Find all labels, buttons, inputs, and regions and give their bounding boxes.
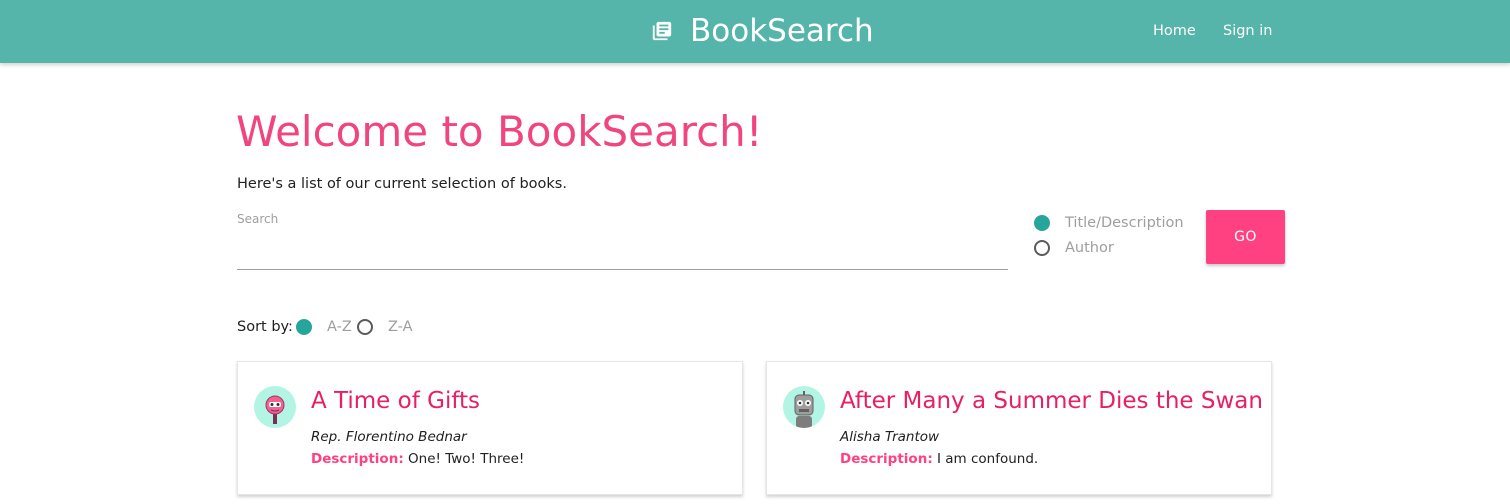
nav-sign-in-link[interactable]: Sign in — [1223, 20, 1272, 42]
sort-za-label: Z-A — [388, 319, 413, 335]
description-label: Description: — [311, 451, 404, 467]
sort-za-option[interactable]: Z-A — [357, 317, 413, 337]
search-by-title-label: Title/Description — [1065, 215, 1184, 231]
search-by-author-label: Author — [1065, 240, 1114, 256]
search-by-title-option[interactable]: Title/Description — [1034, 213, 1184, 233]
radio-selected-icon[interactable] — [296, 319, 312, 335]
top-navbar: BookSearch Home Sign in — [0, 0, 1510, 63]
description-text: I am confound. — [937, 451, 1039, 467]
sort-az-option[interactable]: A-Z — [296, 317, 352, 337]
radio-selected-icon[interactable] — [1034, 215, 1050, 231]
description-text: One! Two! Three! — [408, 451, 525, 467]
nav-home-link[interactable]: Home — [1153, 20, 1196, 42]
sort-az-label: A-Z — [327, 319, 352, 335]
brand-link[interactable]: BookSearch — [651, 12, 874, 50]
search-input[interactable] — [237, 232, 1008, 270]
brand-name: BookSearch — [690, 13, 874, 49]
book-title[interactable]: A Time of Gifts — [311, 386, 480, 416]
book-description: Description: I am confound. — [840, 450, 1038, 468]
radio-unselected-icon[interactable] — [357, 319, 373, 335]
radio-unselected-icon[interactable] — [1034, 240, 1050, 256]
book-description: Description: One! Two! Three! — [311, 450, 524, 468]
intro-text: Here's a list of our current selection o… — [237, 176, 567, 192]
go-button[interactable]: GO — [1206, 210, 1285, 264]
book-author: Alisha Trantow — [840, 429, 940, 445]
sort-label: Sort by: — [237, 319, 293, 335]
pink-robot-avatar-icon — [254, 386, 296, 428]
book-author: Rep. Florentino Bednar — [311, 429, 467, 445]
book-card[interactable]: After Many a Summer Dies the Swan Alisha… — [766, 361, 1272, 495]
library-books-icon — [651, 20, 673, 42]
book-card[interactable]: A Time of Gifts Rep. Florentino Bednar D… — [237, 361, 743, 495]
description-label: Description: — [840, 451, 933, 467]
gray-robot-avatar-icon — [783, 386, 825, 428]
page-title: Welcome to BookSearch! — [236, 107, 763, 156]
search-by-author-option[interactable]: Author — [1034, 238, 1114, 258]
search-label: Search — [237, 212, 279, 226]
book-title[interactable]: After Many a Summer Dies the Swan — [840, 386, 1263, 416]
